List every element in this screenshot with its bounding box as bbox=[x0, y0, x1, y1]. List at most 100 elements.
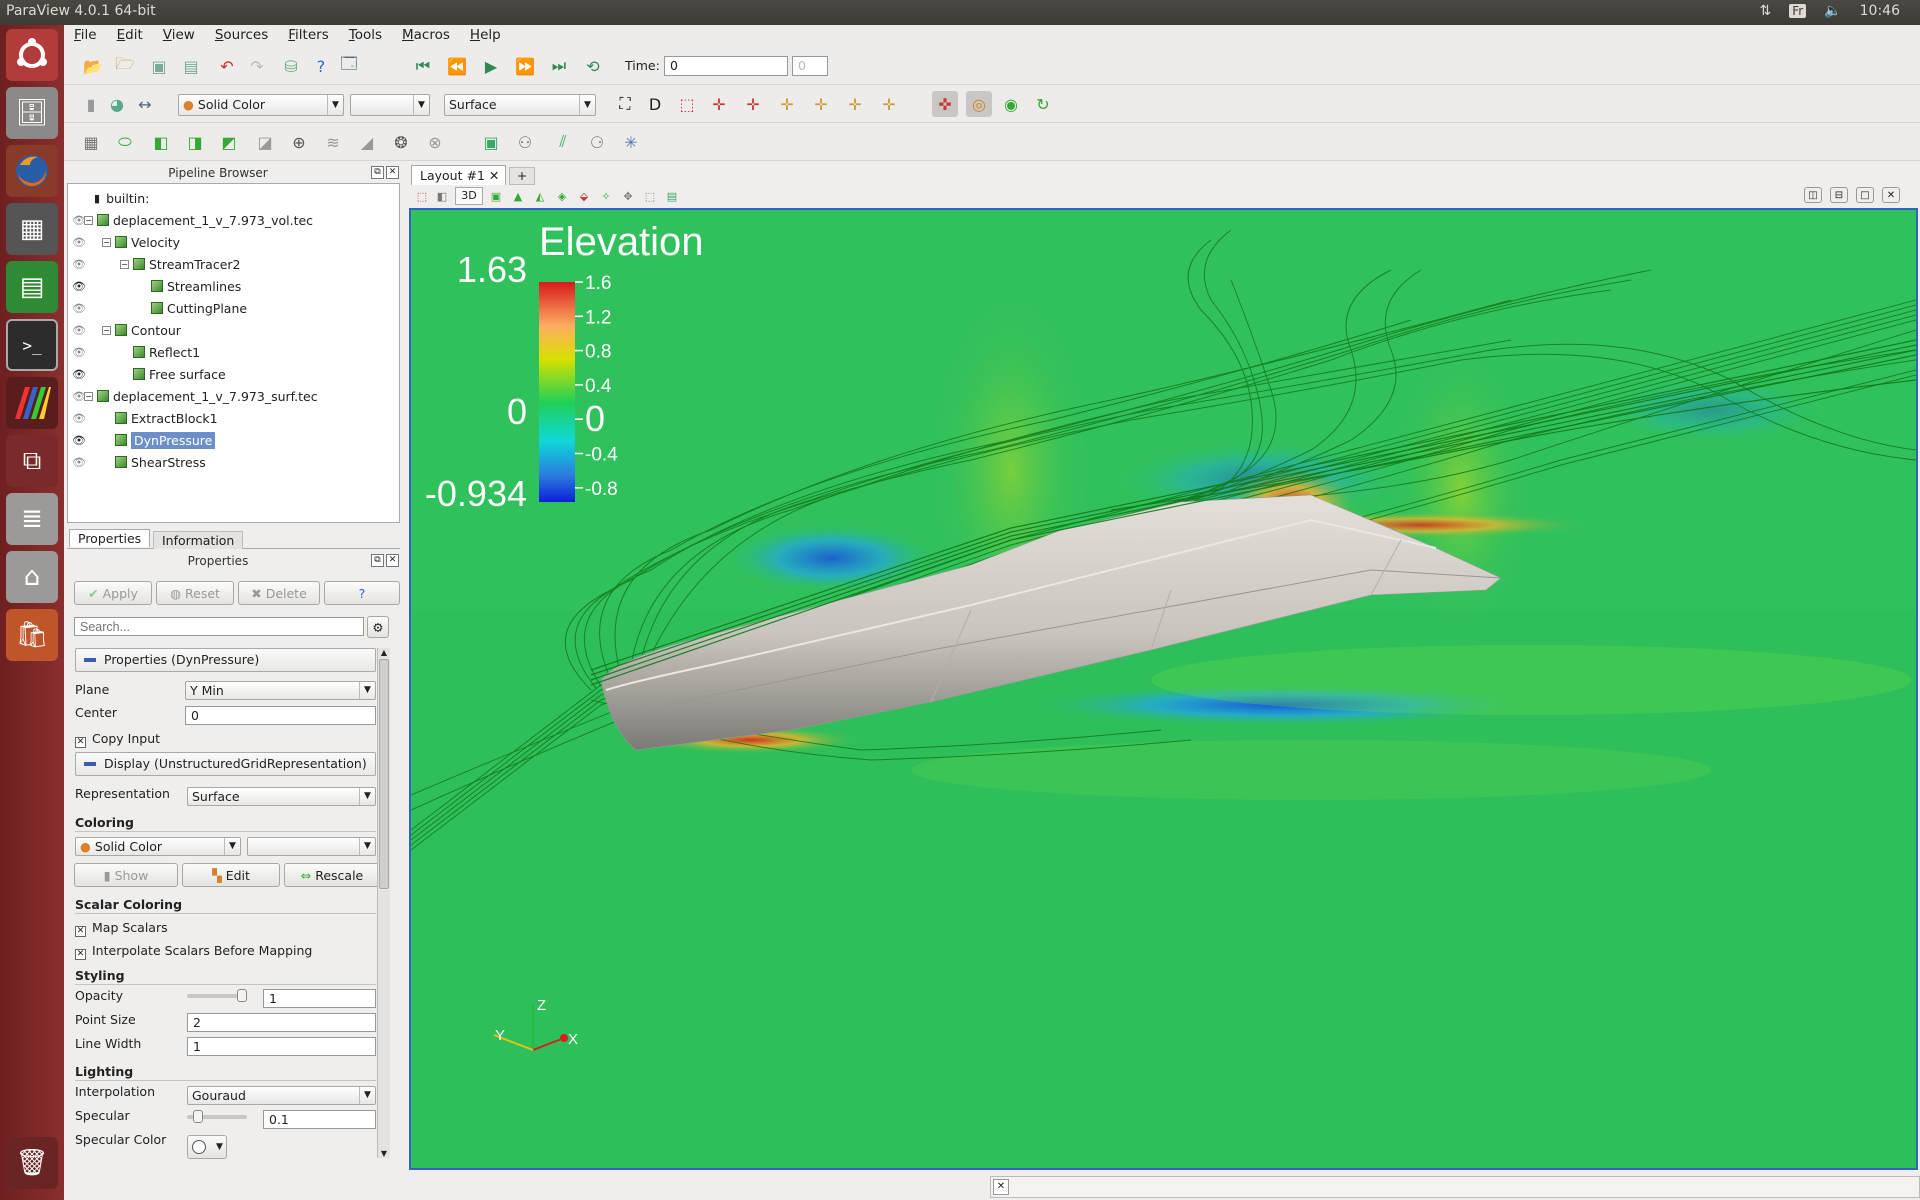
keyboard-layout-indicator[interactable]: Fr bbox=[1789, 4, 1807, 18]
select-box-icon[interactable]: ⬚ bbox=[674, 91, 700, 117]
toggle-visibility-icon[interactable]: ▮ bbox=[78, 91, 104, 117]
menu-filters[interactable]: Filters bbox=[278, 25, 338, 47]
select-block-icon[interactable]: ◈ bbox=[553, 187, 571, 205]
tab-layout-1[interactable]: Layout #1 ✕ bbox=[411, 165, 506, 185]
clock[interactable]: 10:46 bbox=[1860, 3, 1900, 19]
pipeline-item[interactable]: 👁 − StreamTracer2 bbox=[68, 253, 398, 275]
capture-icon[interactable]: ⬚ bbox=[413, 187, 431, 205]
clip-filter-icon[interactable]: ◧ bbox=[148, 129, 174, 155]
close-view-icon[interactable]: ✕ bbox=[1882, 187, 1900, 203]
view-plus-z-icon[interactable]: ✛ bbox=[842, 91, 868, 117]
undo-icon[interactable]: ↶ bbox=[214, 53, 240, 79]
file-manager-icon[interactable]: 🗄 bbox=[6, 87, 58, 139]
collapse-toggle[interactable]: − bbox=[120, 259, 129, 269]
menu-file[interactable]: File bbox=[64, 25, 107, 47]
menu-tools[interactable]: Tools bbox=[339, 25, 392, 47]
render-canvas[interactable]: Elevation 1.63 0 -0.934 1.61.20.80.40-0.… bbox=[411, 210, 1916, 1168]
select-cells-icon[interactable]: ▣ bbox=[487, 187, 505, 205]
next-frame-icon[interactable]: ⏩ bbox=[512, 53, 538, 79]
pipeline-item[interactable]: 👁 Free surface bbox=[68, 363, 398, 385]
pipeline-item[interactable]: 👁 ExtractBlock1 bbox=[68, 407, 398, 429]
previous-frame-icon[interactable]: ⏪ bbox=[444, 53, 470, 79]
polygon-select-icon[interactable]: ✧ bbox=[597, 187, 615, 205]
apply-button[interactable]: ✔ Apply bbox=[74, 581, 152, 605]
delete-button[interactable]: ✖ Delete bbox=[238, 581, 320, 605]
pipeline-item[interactable]: 👁 − deplacement_1_v_7.973_vol.tec bbox=[68, 209, 398, 231]
reset-camera-icon[interactable]: ⛶ bbox=[612, 91, 638, 117]
open-recent-icon[interactable]: 🗁 bbox=[112, 53, 138, 79]
search-input[interactable] bbox=[74, 617, 364, 636]
find-data-icon[interactable]: 🗔 bbox=[336, 53, 362, 79]
ubuntu-logo-icon[interactable] bbox=[6, 29, 58, 81]
pipeline-root[interactable]: ▮ builtin: bbox=[94, 187, 149, 209]
show-legend-button[interactable]: ▮ Show bbox=[74, 863, 178, 887]
help-icon[interactable]: ? bbox=[308, 53, 334, 79]
calculator-filter-icon[interactable]: ▦ bbox=[78, 129, 104, 155]
speaker-icon[interactable]: 🔈 bbox=[1824, 3, 1841, 19]
collapse-toggle[interactable]: − bbox=[102, 237, 111, 247]
spreadsheet-view-icon[interactable]: ▣ bbox=[478, 129, 504, 155]
paraview-icon[interactable] bbox=[6, 377, 58, 429]
spreadsheet-icon[interactable]: ▤ bbox=[6, 261, 58, 313]
view-minus-z-icon[interactable]: ✛ bbox=[876, 91, 902, 117]
gear-icon[interactable]: ⚙ bbox=[367, 616, 389, 638]
extract-level-icon[interactable]: ⊗ bbox=[422, 129, 448, 155]
scrollbar-thumb[interactable] bbox=[379, 659, 389, 889]
plot-over-line-icon[interactable]: ⚇ bbox=[512, 129, 538, 155]
help-button[interactable]: ? bbox=[324, 581, 400, 605]
group-datasets-icon[interactable]: ❂ bbox=[388, 129, 414, 155]
stream-tracer-icon[interactable]: ≋ bbox=[320, 129, 346, 155]
color-legend-icon[interactable]: ◕ bbox=[104, 91, 130, 117]
specular-color-button[interactable]: ▼ bbox=[187, 1135, 227, 1159]
rescale-button[interactable]: ⇔ Rescale bbox=[284, 863, 380, 887]
render-view[interactable]: Elevation 1.63 0 -0.934 1.6 1.2 0.8 0.4 0 -0.… bbox=[409, 208, 1918, 1170]
zoom-to-data-icon[interactable]: D bbox=[642, 91, 668, 117]
rescale-range-icon[interactable]: ↔ bbox=[132, 91, 158, 117]
eye-icon[interactable]: 👁 bbox=[72, 346, 86, 359]
opacity-input[interactable]: 1 bbox=[263, 989, 376, 1008]
maximize-view-icon[interactable]: □ bbox=[1856, 187, 1874, 203]
redo-icon[interactable]: ↷ bbox=[244, 53, 270, 79]
pipeline-item[interactable]: 👁 ShearStress bbox=[68, 451, 398, 473]
coloring-property-select[interactable]: ● Solid Color ▼ bbox=[75, 837, 241, 856]
reset-button[interactable]: ◍ Reset bbox=[156, 581, 234, 605]
save-state-icon[interactable]: ▤ bbox=[178, 53, 204, 79]
component-select[interactable]: ▼ bbox=[350, 94, 430, 116]
eye-icon[interactable]: 👁 bbox=[72, 258, 86, 271]
properties-section-header[interactable]: Properties (DynPressure) bbox=[75, 648, 376, 672]
connect-icon[interactable]: ⛁ bbox=[278, 53, 304, 79]
clear-selection-icon[interactable]: ⬚ bbox=[641, 187, 659, 205]
view-plus-x-icon[interactable]: ✛ bbox=[706, 91, 732, 117]
pick-center-icon[interactable]: ↻ bbox=[1030, 91, 1056, 117]
histogram-icon[interactable]: ⫽ bbox=[550, 129, 576, 155]
tab-information[interactable]: Information bbox=[153, 531, 244, 549]
menu-edit[interactable]: Edit bbox=[107, 25, 153, 47]
first-frame-icon[interactable]: ⏮ bbox=[410, 53, 436, 79]
edit-colormap-button[interactable]: ▚ Edit bbox=[182, 863, 280, 887]
view-minus-y-icon[interactable]: ✛ bbox=[808, 91, 834, 117]
eye-icon[interactable]: 👁 bbox=[72, 456, 86, 469]
close-icon[interactable]: ✕ bbox=[993, 1179, 1009, 1195]
representation-select[interactable]: Surface ▼ bbox=[444, 94, 596, 116]
slice-filter-icon[interactable]: ◨ bbox=[182, 129, 208, 155]
eye-icon[interactable]: 👁 bbox=[72, 390, 86, 403]
show-orientation-axes-icon[interactable]: ✜ bbox=[932, 91, 958, 117]
firefox-icon[interactable] bbox=[6, 145, 58, 197]
line-width-input[interactable]: 1 bbox=[187, 1037, 376, 1056]
disk-drive-icon[interactable]: ⌂ bbox=[6, 551, 58, 603]
display-section-header[interactable]: Display (UnstructuredGridRepresentation) bbox=[75, 752, 376, 776]
glyph-filter-icon[interactable]: ⊕ bbox=[286, 129, 312, 155]
select-points-icon[interactable]: ▲ bbox=[509, 187, 527, 205]
hover-points-icon[interactable]: ✥ bbox=[619, 187, 637, 205]
open-folder-icon[interactable]: 📂 bbox=[80, 53, 106, 79]
close-pipeline-icon[interactable]: ✕ bbox=[386, 166, 399, 179]
pipeline-item-selected[interactable]: 👁 DynPressure bbox=[68, 429, 398, 451]
mode-3d-button[interactable]: 3D bbox=[455, 187, 483, 205]
split-horizontal-icon[interactable]: ◫ bbox=[1804, 187, 1822, 203]
view-plus-y-icon[interactable]: ✛ bbox=[774, 91, 800, 117]
time-input[interactable]: 0 bbox=[664, 56, 788, 76]
eye-icon[interactable]: 👁 bbox=[72, 236, 86, 249]
map-scalars-checkbox[interactable]: ✕ Map Scalars bbox=[75, 920, 168, 937]
properties-scrollbar[interactable]: ▲ ▼ bbox=[377, 648, 390, 1158]
select-frustum-icon[interactable]: ◭ bbox=[531, 187, 549, 205]
